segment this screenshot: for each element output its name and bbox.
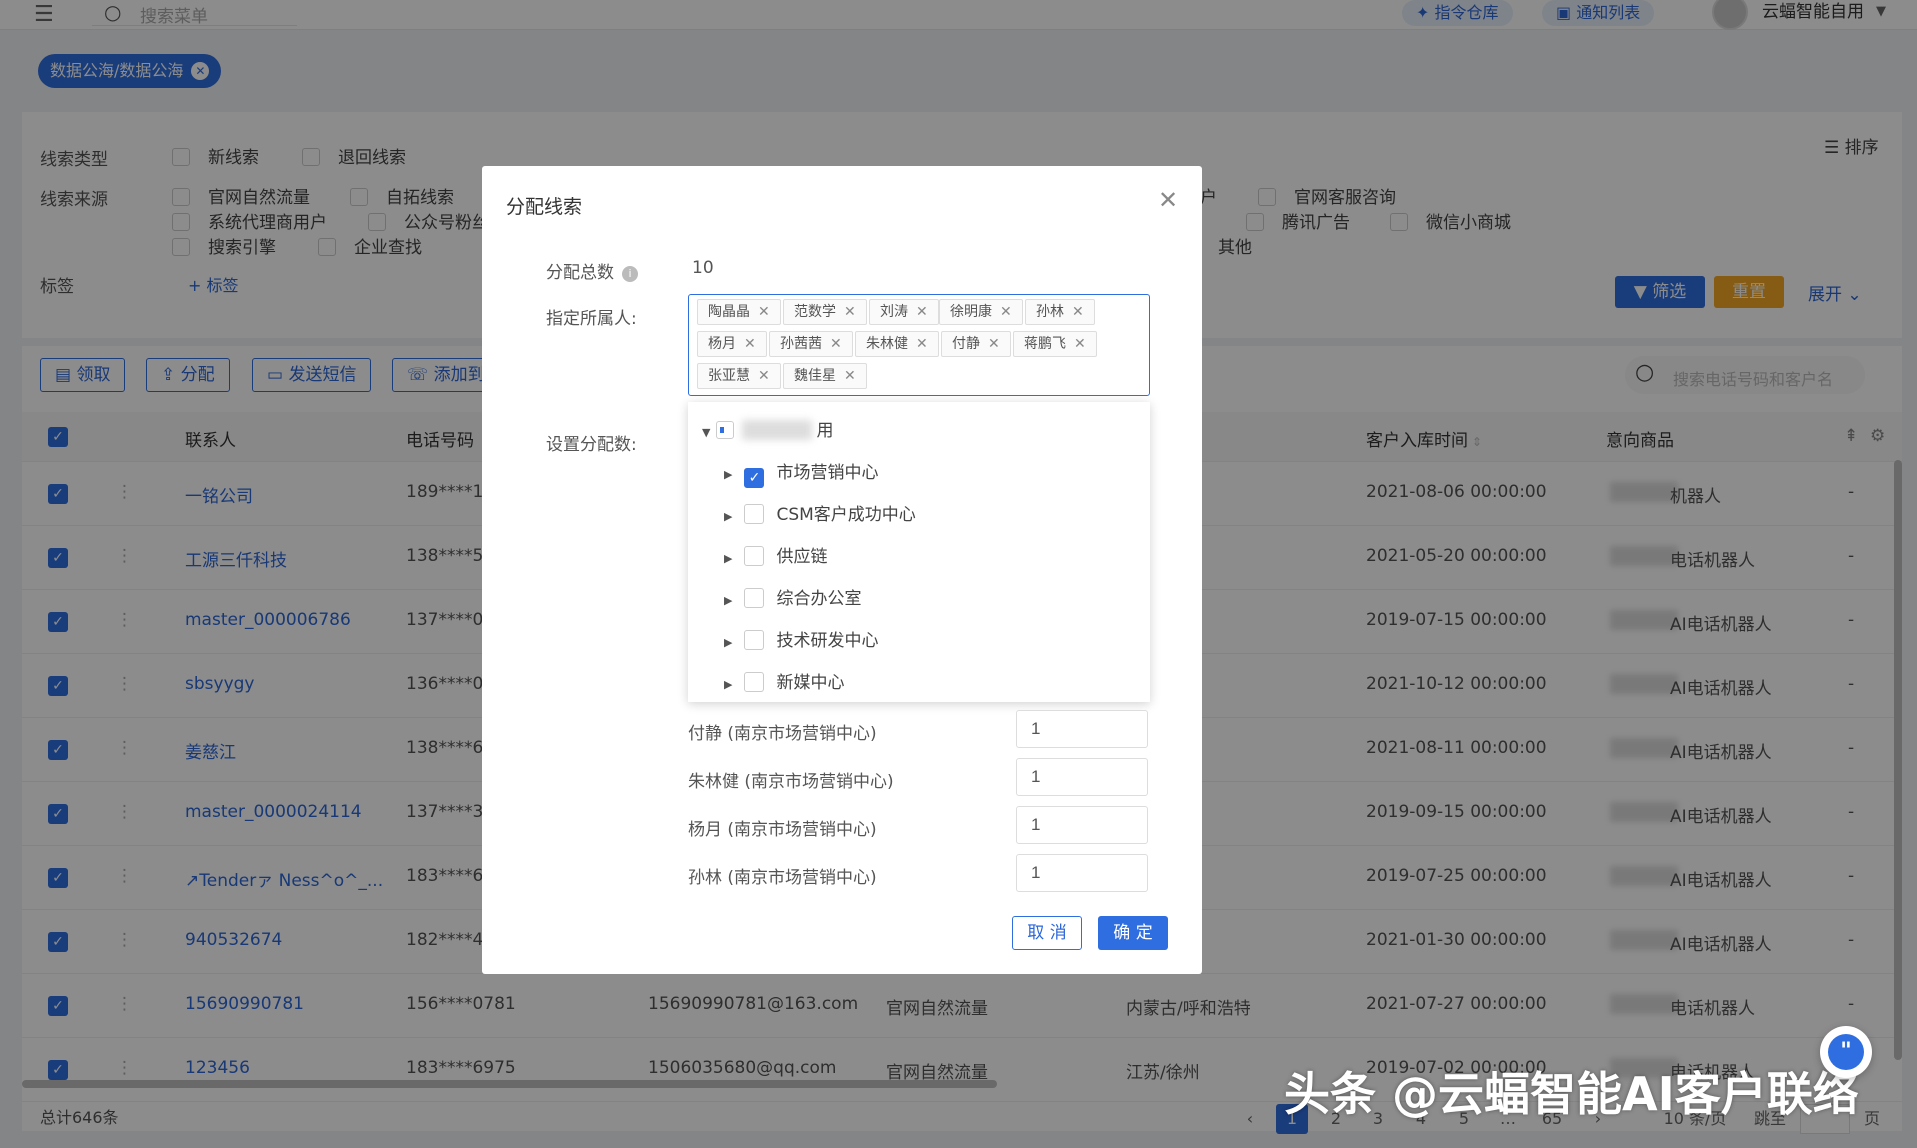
watermark: 头条 @云蝠智能AI客户联络 <box>1284 1067 1859 1121</box>
total-value: 10 <box>692 258 714 278</box>
node-checkbox[interactable] <box>744 672 765 692</box>
caret-down-icon[interactable]: ▼ <box>702 426 710 439</box>
close-icon[interactable]: ✕ <box>1000 304 1012 320</box>
owner-chip[interactable]: 蒋鹏飞 ✕ <box>1013 331 1097 357</box>
owner-label: 指定所属人: <box>546 309 637 329</box>
alloc-count-input[interactable]: 1 <box>1016 758 1148 796</box>
owner-chip-label: 孙林 <box>1036 304 1064 320</box>
info-icon: i <box>622 266 638 282</box>
node-checkbox[interactable]: ✓ <box>744 468 765 488</box>
quote-icon: " <box>1828 1034 1864 1070</box>
owner-chip-label: 魏佳星 <box>794 368 836 384</box>
owner-chip-label: 杨月 <box>708 336 736 352</box>
alloc-count-input[interactable]: 1 <box>1016 710 1148 748</box>
close-icon[interactable]: ✕ <box>758 368 770 384</box>
caret-right-icon[interactable]: ▶ <box>724 552 732 565</box>
close-icon[interactable]: ✕ <box>830 336 842 352</box>
org-tree-dropdown: ▼ 用 ▶ ✓ 市场营销中心 ▶ CSM客户成功中心 ▶ 供应链 ▶ 综合办公室 ▶ 技术研发… <box>688 402 1150 702</box>
close-icon[interactable]: ✕ <box>744 336 756 352</box>
owner-chip-label: 张亚慧 <box>708 368 750 384</box>
caret-right-icon[interactable]: ▶ <box>724 594 732 607</box>
tree-node[interactable]: ▶ 供应链 <box>724 542 827 567</box>
caret-right-icon[interactable]: ▶ <box>724 636 732 649</box>
node-checkbox[interactable] <box>744 630 765 650</box>
close-icon[interactable]: ✕ <box>1158 186 1178 214</box>
cancel-button[interactable]: 取 消 <box>1012 916 1082 950</box>
tree-node[interactable]: ▶ 新媒中心 <box>724 668 844 693</box>
owner-chip-label: 范数学 <box>794 304 836 320</box>
alloc-name: 杨月 (南京市场营销中心) <box>688 820 877 840</box>
alloc-label: 设置分配数: <box>546 435 637 455</box>
alloc-count-input[interactable]: 1 <box>1016 806 1148 844</box>
total-label: 分配总数 i <box>546 258 638 283</box>
node-label: 市场营销中心 <box>776 463 879 483</box>
owner-chip-label: 蒋鹏飞 <box>1024 336 1066 352</box>
tree-node[interactable]: ▶ 技术研发中心 <box>724 626 878 651</box>
owner-chip-label: 徐明康 <box>950 304 992 320</box>
caret-right-icon[interactable]: ▶ <box>724 678 732 691</box>
owner-chip[interactable]: 张亚慧 ✕ <box>697 363 781 389</box>
node-label: 技术研发中心 <box>776 631 879 651</box>
tree-node[interactable]: ▶ CSM客户成功中心 <box>724 500 916 525</box>
close-icon[interactable]: ✕ <box>1072 304 1084 320</box>
close-icon[interactable]: ✕ <box>988 336 1000 352</box>
close-icon[interactable]: ✕ <box>844 368 856 384</box>
confirm-button[interactable]: 确 定 <box>1098 916 1168 950</box>
alloc-name: 付静 (南京市场营销中心) <box>688 724 877 744</box>
owner-chip-label: 付静 <box>952 336 980 352</box>
node-label: CSM客户成功中心 <box>776 505 916 525</box>
owner-chip-label: 刘涛 <box>880 304 908 320</box>
assign-clues-dialog: 分配线索 ✕ 分配总数 i 10 指定所属人: 陶晶晶 ✕ 范数学 ✕ 刘涛 ✕ 徐明康… <box>482 166 1202 974</box>
caret-right-icon[interactable]: ▶ <box>724 510 732 523</box>
owner-chip[interactable]: 徐明康 ✕ <box>939 299 1023 325</box>
owner-chip-label: 陶晶晶 <box>708 304 750 320</box>
node-label: 新媒中心 <box>776 673 845 693</box>
node-checkbox[interactable] <box>744 588 765 608</box>
total-label-text: 分配总数 <box>546 263 614 283</box>
tree-node[interactable]: ▶ 综合办公室 <box>724 584 861 609</box>
root-checkbox[interactable] <box>716 421 735 439</box>
node-checkbox[interactable] <box>744 504 765 524</box>
close-icon[interactable]: ✕ <box>844 304 856 320</box>
close-icon[interactable]: ✕ <box>916 336 928 352</box>
chat-button[interactable]: " <box>1820 1026 1872 1078</box>
alloc-name: 孙林 (南京市场营销中心) <box>688 868 877 888</box>
caret-right-icon[interactable]: ▶ <box>724 468 732 481</box>
close-icon[interactable]: ✕ <box>916 304 928 320</box>
tree-root[interactable]: ▼ 用 <box>702 416 833 441</box>
alloc-name: 朱林健 (南京市场营销中心) <box>688 772 894 792</box>
owner-chip[interactable]: 孙茜茜 ✕ <box>769 331 853 357</box>
tree-root-label: 用 <box>816 421 834 441</box>
alloc-count-input[interactable]: 1 <box>1016 854 1148 892</box>
owner-chip[interactable]: 朱林健 ✕ <box>855 331 939 357</box>
node-label: 供应链 <box>776 547 828 567</box>
owner-chip[interactable]: 陶晶晶 ✕ <box>697 299 781 325</box>
tree-node[interactable]: ▶ ✓ 市场营销中心 <box>724 458 878 488</box>
owner-chip[interactable]: 刘涛 ✕ <box>869 299 939 325</box>
dialog-title: 分配线索 <box>506 196 583 218</box>
owner-chip[interactable]: 范数学 ✕ <box>783 299 867 325</box>
node-checkbox[interactable] <box>744 546 765 566</box>
node-label: 综合办公室 <box>776 589 862 609</box>
close-icon[interactable]: ✕ <box>1074 336 1086 352</box>
owner-chip-label: 孙茜茜 <box>780 336 822 352</box>
owner-chip[interactable]: 魏佳星 ✕ <box>783 363 867 389</box>
redacted-text <box>742 420 813 440</box>
owner-chip[interactable]: 杨月 ✕ <box>697 331 767 357</box>
owner-chip[interactable]: 付静 ✕ <box>941 331 1011 357</box>
owner-chip[interactable]: 孙林 ✕ <box>1025 299 1095 325</box>
owner-multiselect[interactable]: 陶晶晶 ✕ 范数学 ✕ 刘涛 ✕ 徐明康 ✕ 孙林 ✕ 杨月 ✕ 孙茜茜 ✕ 朱林健 ✕ 付静 ✕… <box>688 294 1150 396</box>
close-icon[interactable]: ✕ <box>758 304 770 320</box>
owner-chip-label: 朱林健 <box>866 336 908 352</box>
